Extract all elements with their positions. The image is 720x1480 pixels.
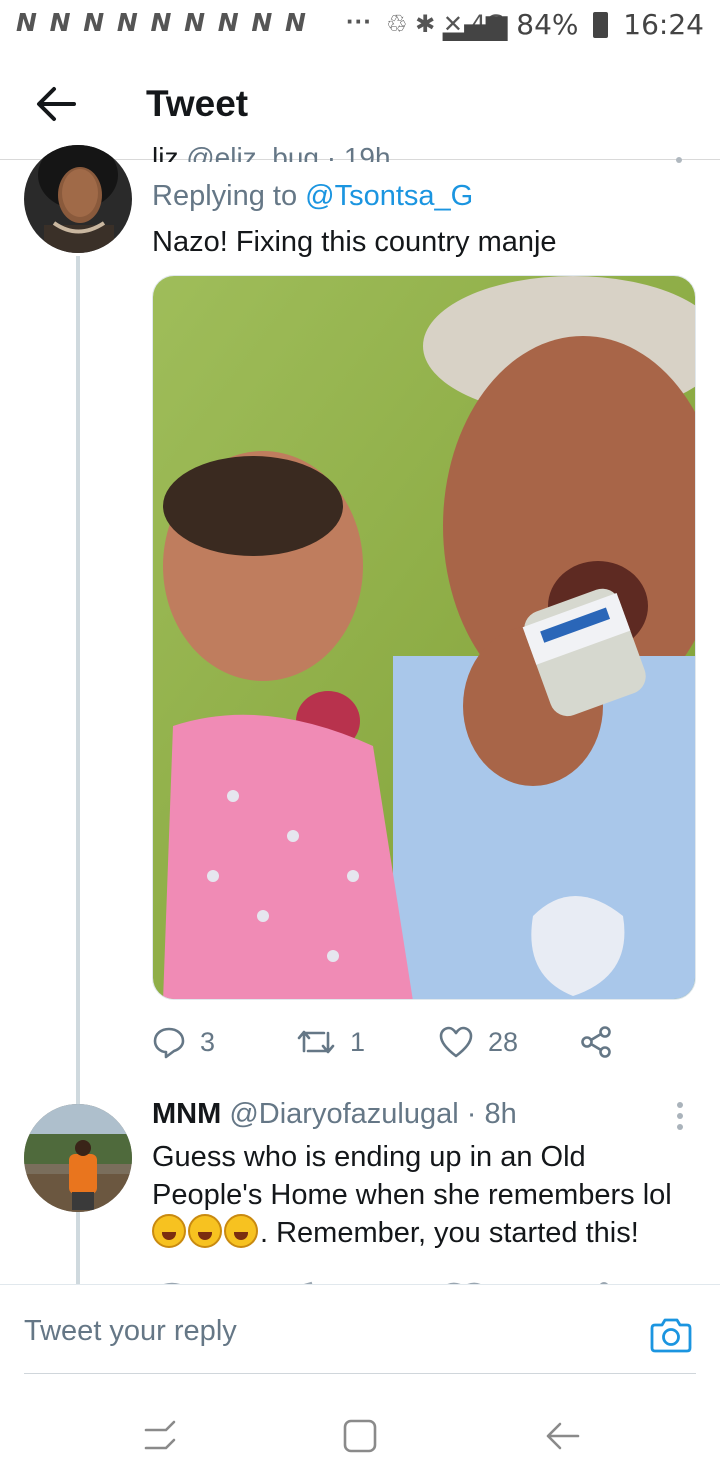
tweet-more-icon[interactable]	[676, 157, 682, 163]
status-bar: N N N N N N N N N ··· ♲ ✱ ✕ 4G ▂▄▆ 84% 1…	[0, 0, 720, 50]
system-navigation-bar	[0, 1390, 720, 1480]
avatar[interactable]	[24, 145, 132, 253]
signal-icon: ▂▄▆	[442, 8, 508, 41]
tweet-author-handle[interactable]: @Diaryofazulugal	[229, 1098, 458, 1130]
home-button[interactable]	[340, 1416, 380, 1456]
tweet-text: Nazo! Fixing this country manje	[152, 226, 557, 258]
more-notifications-icon: ···	[346, 6, 372, 36]
camera-icon	[650, 1318, 692, 1353]
battery-icon	[593, 12, 609, 38]
back-arrow-icon	[37, 87, 76, 121]
tweet-text: Guess who is ending up in an Old People'…	[152, 1138, 698, 1252]
tweet-text-body: Guess who is ending up in an Old People'…	[152, 1141, 672, 1211]
share-button[interactable]	[580, 1020, 626, 1064]
tweet-author-handle[interactable]: @eliz_bug · 19h	[186, 142, 390, 162]
retweet-icon	[297, 1030, 335, 1054]
tweet-author-name[interactable]: liz	[152, 142, 178, 162]
avatar[interactable]	[24, 1104, 132, 1212]
reply-count: 3	[200, 1026, 216, 1057]
tweet-author-line: liz @eliz_bug · 19h	[152, 142, 391, 162]
tweet-time[interactable]: 8h	[484, 1098, 516, 1130]
photo-image	[153, 276, 695, 999]
replying-label: Replying to	[152, 180, 298, 212]
recents-button[interactable]	[140, 1416, 180, 1456]
avatar-photo	[24, 1104, 132, 1212]
reply-input-underline	[24, 1373, 696, 1374]
tweet-menu-icon[interactable]	[676, 1102, 684, 1132]
replying-to: Replying to @Tsontsa_G	[152, 180, 473, 213]
reply-icon	[153, 1027, 185, 1059]
separator-dot: ·	[466, 1098, 477, 1130]
avatar-photo	[24, 145, 132, 253]
camera-button[interactable]	[650, 1315, 692, 1353]
laughing-emoji-icon	[224, 1214, 258, 1248]
tweet-photo[interactable]	[152, 275, 696, 1000]
retweet-button[interactable]: 1	[296, 1020, 365, 1064]
laughing-emoji-icon	[152, 1214, 186, 1248]
notification-icons: N N N N N N N N N	[16, 8, 308, 37]
recents-icon	[144, 1420, 176, 1450]
retweet-count: 1	[350, 1026, 366, 1057]
laughing-emoji-icon	[188, 1214, 222, 1248]
nav-back-button[interactable]	[542, 1416, 582, 1456]
back-button[interactable]	[34, 84, 78, 124]
battery-level: 84%	[516, 8, 579, 41]
mention-link[interactable]: @Tsontsa_G	[305, 180, 473, 212]
reply-composer: Tweet your reply	[0, 1284, 720, 1374]
clock: 16:24	[623, 8, 704, 41]
like-icon	[439, 1026, 473, 1058]
like-button[interactable]: 28	[438, 1020, 518, 1064]
home-icon	[343, 1419, 377, 1453]
reply-button[interactable]: 3	[152, 1020, 215, 1064]
tweet-text-tail: . Remember, you started this!	[260, 1217, 639, 1249]
share-icon	[581, 1026, 611, 1058]
like-count: 28	[488, 1026, 519, 1057]
status-right: ▂▄▆ 84% 16:24	[443, 8, 704, 41]
page-title: Tweet	[146, 83, 249, 124]
reply-input[interactable]: Tweet your reply	[24, 1315, 237, 1348]
tweet-actions-peek	[152, 1276, 622, 1284]
tweet-author-name[interactable]: MNM	[152, 1098, 221, 1130]
nav-back-icon	[546, 1422, 580, 1450]
tweet-author-line: MNM @Diaryofazulugal · 8h	[152, 1098, 517, 1131]
tweet-actions: 3 1 28	[152, 1020, 632, 1064]
